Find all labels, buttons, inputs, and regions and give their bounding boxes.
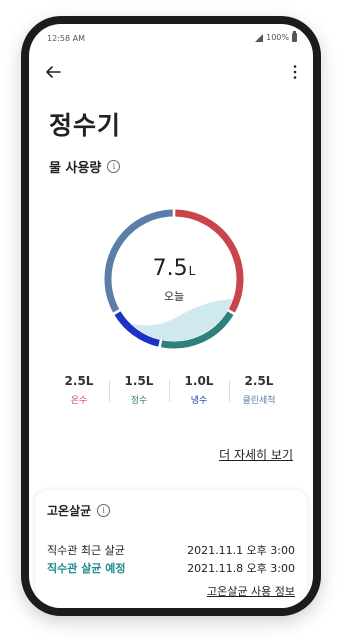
usage-breakdown: 2.5L 온수 1.5L 정수 1.0L 냉수 2.5L 클린세척	[49, 374, 289, 410]
stat-purified: 1.5L 정수	[109, 374, 169, 410]
stat-value: 2.5L	[244, 374, 274, 388]
total-usage-unit: L	[188, 264, 196, 278]
scheduled-sterilization-label: 직수관 살균 예정	[47, 562, 126, 575]
stat-clean: 2.5L 클린세척	[229, 374, 289, 410]
sterilization-card: 고온살균 i 직수관 최근 살균 2021.11.1 오후 3:00 직수관 살…	[35, 490, 307, 608]
water-usage-title: 물 사용량 i	[49, 157, 121, 176]
status-indicators: 100%	[255, 31, 297, 42]
back-arrow-icon[interactable]	[43, 62, 63, 82]
more-options-icon[interactable]	[291, 64, 299, 80]
stat-label: 클린세척	[242, 396, 276, 406]
recent-sterilization-value: 2021.11.1 오후 3:00	[187, 544, 295, 557]
app-screen: 12:58 AM 100% 정수기 물 사용량 i 7.5L 오늘 2.5L 온…	[29, 24, 313, 608]
scheduled-sterilization-value: 2021.11.8 오후 3:00	[187, 562, 295, 575]
sterilization-title-label: 고온살균	[47, 504, 92, 518]
status-time: 12:58 AM	[47, 34, 85, 43]
more-details-link[interactable]: 더 자세히 보기	[219, 446, 293, 463]
sterilization-title: 고온살균 i	[47, 502, 111, 519]
stat-hot: 2.5L 온수	[49, 374, 109, 410]
stat-value: 1.5L	[124, 374, 154, 388]
total-usage: 7.5L	[99, 256, 249, 281]
stat-label: 정수	[130, 396, 148, 406]
stat-value: 2.5L	[64, 374, 94, 388]
stat-label: 온수	[70, 396, 88, 406]
phone-frame: 12:58 AM 100% 정수기 물 사용량 i 7.5L 오늘 2.5L 온…	[21, 16, 321, 616]
battery-percent: 100%	[266, 33, 289, 42]
recent-sterilization-row: 직수관 최근 살균 2021.11.1 오후 3:00	[47, 542, 295, 558]
recent-sterilization-label: 직수관 최근 살균	[47, 544, 125, 557]
battery-icon	[292, 31, 297, 42]
total-usage-value: 7.5	[152, 256, 188, 281]
sterilization-info-link[interactable]: 고온살균 사용 정보	[207, 583, 295, 599]
stat-cold: 1.0L 냉수	[169, 374, 229, 410]
status-bar: 12:58 AM 100%	[29, 24, 313, 50]
water-usage-label: 물 사용량	[49, 161, 102, 176]
scheduled-sterilization-row: 직수관 살균 예정 2021.11.8 오후 3:00	[47, 560, 295, 576]
stat-value: 1.0L	[184, 374, 214, 388]
info-icon[interactable]: i	[107, 160, 121, 173]
page-title: 정수기	[49, 111, 122, 140]
signal-icon	[255, 33, 264, 42]
total-usage-label: 오늘	[163, 290, 185, 303]
stat-label: 냉수	[190, 396, 208, 406]
info-icon[interactable]: i	[97, 504, 111, 517]
